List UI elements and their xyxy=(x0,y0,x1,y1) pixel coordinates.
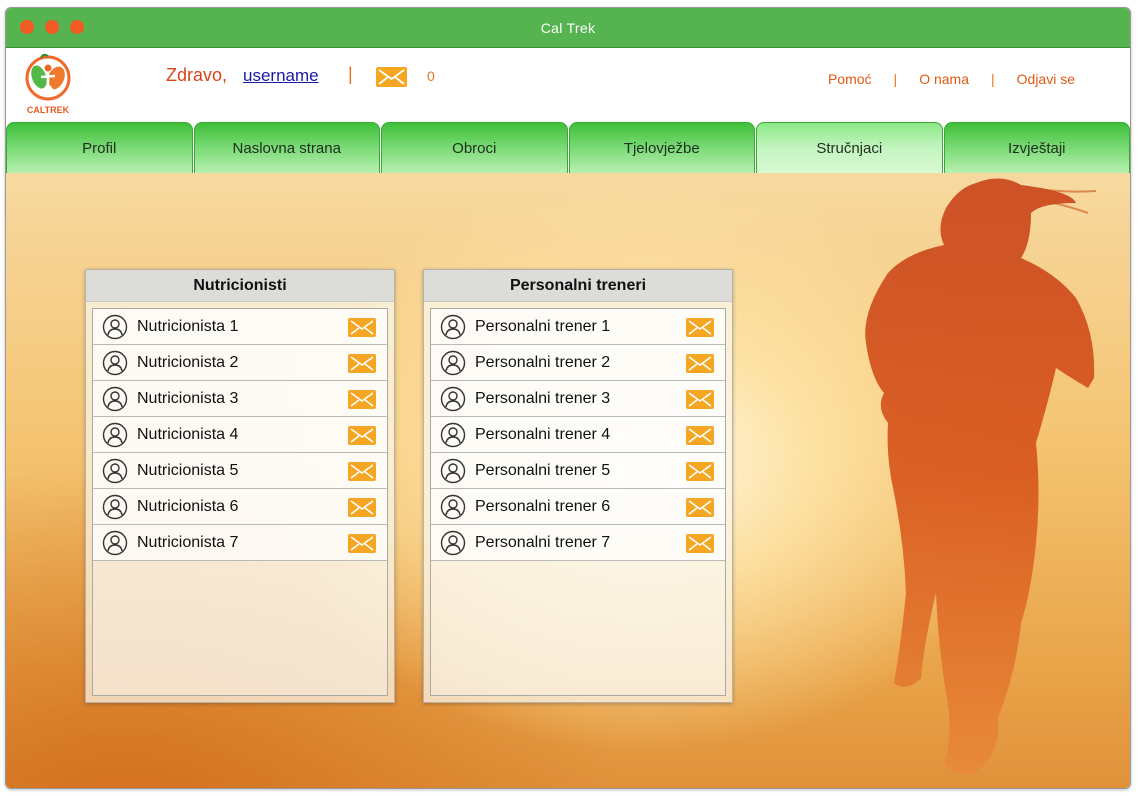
trainers-list: Personalni trener 1 Personalni trener 2 … xyxy=(430,308,726,696)
about-link[interactable]: O nama xyxy=(919,71,969,87)
tab-naslovna-strana[interactable]: Naslovna strana xyxy=(193,122,380,173)
envelope-icon[interactable] xyxy=(348,462,376,481)
content-area: Nutricionisti Nutricionista 1 Nutricioni… xyxy=(6,173,1130,788)
top-links: Pomoć | O nama | Odjavi se xyxy=(828,71,1075,87)
list-item[interactable]: Personalni trener 7 xyxy=(431,525,725,561)
list-item[interactable]: Personalni trener 1 xyxy=(431,309,725,345)
logo-text: CALTREK xyxy=(27,105,70,115)
message-count: 0 xyxy=(427,68,435,84)
window-title: Cal Trek xyxy=(540,19,596,36)
envelope-icon[interactable] xyxy=(686,462,714,481)
app-window: Cal Trek CALTREK Zdravo, username | 0 Po… xyxy=(5,7,1131,789)
item-label: Nutricionista 2 xyxy=(137,354,239,371)
user-icon xyxy=(102,422,128,448)
caltrek-logo[interactable]: CALTREK xyxy=(20,52,76,118)
item-label: Personalni trener 6 xyxy=(475,498,611,515)
item-label: Nutricionista 7 xyxy=(137,534,239,551)
header-separator: | xyxy=(348,64,353,84)
envelope-icon[interactable] xyxy=(348,354,376,373)
list-item[interactable]: Personalni trener 6 xyxy=(431,489,725,525)
main-tabs: Profil Naslovna strana Obroci Tjelovježb… xyxy=(6,122,1130,173)
list-item[interactable]: Nutricionista 7 xyxy=(93,525,387,561)
list-item[interactable]: Nutricionista 2 xyxy=(93,345,387,381)
user-icon xyxy=(102,494,128,520)
list-item[interactable]: Nutricionista 6 xyxy=(93,489,387,525)
tab-obroci[interactable]: Obroci xyxy=(381,122,568,173)
list-item[interactable]: Nutricionista 4 xyxy=(93,417,387,453)
logout-link[interactable]: Odjavi se xyxy=(1017,71,1075,87)
user-icon xyxy=(102,350,128,376)
item-label: Personalni trener 3 xyxy=(475,390,611,407)
user-icon xyxy=(440,530,466,556)
item-label: Nutricionista 4 xyxy=(137,426,239,443)
user-icon xyxy=(102,386,128,412)
user-icon xyxy=(440,422,466,448)
item-label: Nutricionista 1 xyxy=(137,318,239,335)
user-icon xyxy=(102,458,128,484)
envelope-icon[interactable] xyxy=(348,390,376,409)
item-label: Personalni trener 5 xyxy=(475,462,611,479)
list-item[interactable]: Personalni trener 3 xyxy=(431,381,725,417)
envelope-icon[interactable] xyxy=(686,426,714,445)
user-icon xyxy=(440,314,466,340)
tab-izvjestaji[interactable]: Izvještaji xyxy=(943,122,1130,173)
list-item[interactable]: Personalni trener 4 xyxy=(431,417,725,453)
tab-tjelovjezbe[interactable]: Tjelovježbe xyxy=(568,122,755,173)
envelope-icon[interactable] xyxy=(686,354,714,373)
item-label: Nutricionista 5 xyxy=(137,462,239,479)
tab-strucnjaci[interactable]: Stručnjaci xyxy=(756,122,943,173)
item-label: Personalni trener 2 xyxy=(475,354,611,371)
trainers-panel: Personalni treneri Personalni trener 1 P… xyxy=(423,269,733,703)
item-label: Personalni trener 7 xyxy=(475,534,611,551)
list-item[interactable]: Nutricionista 1 xyxy=(93,309,387,345)
item-label: Personalni trener 1 xyxy=(475,318,611,335)
minimize-window-dot[interactable] xyxy=(45,20,59,34)
panel-title: Personalni treneri xyxy=(424,270,732,302)
nutritionists-panel: Nutricionisti Nutricionista 1 Nutricioni… xyxy=(85,269,395,703)
nutritionists-list: Nutricionista 1 Nutricionista 2 Nutricio… xyxy=(92,308,388,696)
envelope-icon[interactable] xyxy=(686,534,714,553)
envelope-icon[interactable] xyxy=(348,426,376,445)
close-window-dot[interactable] xyxy=(20,20,34,34)
list-item[interactable]: Nutricionista 5 xyxy=(93,453,387,489)
user-icon xyxy=(440,458,466,484)
window-controls xyxy=(20,20,84,34)
item-label: Nutricionista 6 xyxy=(137,498,239,515)
envelope-icon[interactable] xyxy=(348,534,376,553)
user-icon xyxy=(440,386,466,412)
envelope-icon[interactable] xyxy=(376,67,407,87)
header: CALTREK Zdravo, username | 0 Pomoć | O n… xyxy=(6,48,1130,122)
maximize-window-dot[interactable] xyxy=(70,20,84,34)
item-label: Nutricionista 3 xyxy=(137,390,239,407)
panel-title: Nutricionisti xyxy=(86,270,394,302)
envelope-icon[interactable] xyxy=(348,498,376,517)
user-icon xyxy=(440,350,466,376)
user-icon xyxy=(102,314,128,340)
greeting-text: Zdravo, xyxy=(166,65,228,85)
envelope-icon[interactable] xyxy=(348,318,376,337)
item-label: Personalni trener 4 xyxy=(475,426,611,443)
user-icon xyxy=(102,530,128,556)
list-item[interactable]: Personalni trener 2 xyxy=(431,345,725,381)
link-separator: | xyxy=(991,71,995,87)
envelope-icon[interactable] xyxy=(686,498,714,517)
link-separator: | xyxy=(893,71,898,87)
user-icon xyxy=(440,494,466,520)
runner-silhouette-image xyxy=(865,178,1097,775)
help-link[interactable]: Pomoć xyxy=(828,71,872,87)
envelope-icon[interactable] xyxy=(686,318,714,337)
list-item[interactable]: Nutricionista 3 xyxy=(93,381,387,417)
tab-profil[interactable]: Profil xyxy=(6,122,193,173)
title-bar: Cal Trek xyxy=(6,8,1130,48)
list-item[interactable]: Personalni trener 5 xyxy=(431,453,725,489)
username-link[interactable]: username xyxy=(243,66,319,86)
envelope-icon[interactable] xyxy=(686,390,714,409)
